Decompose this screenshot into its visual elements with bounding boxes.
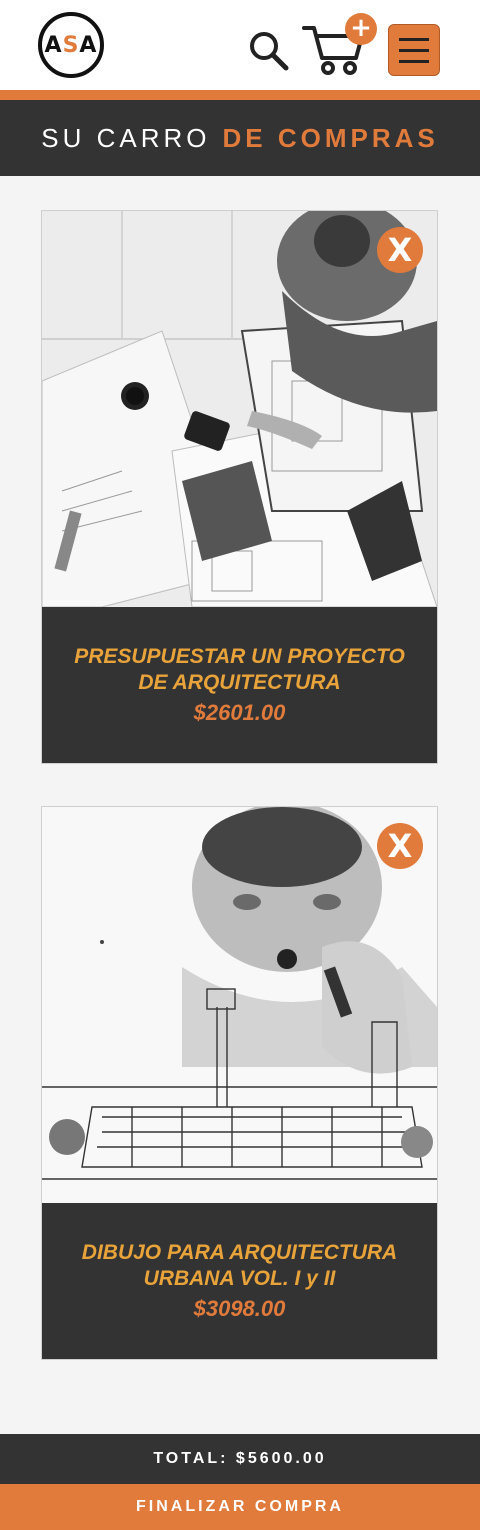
product-price: $2601.00 — [193, 700, 286, 725]
header-divider — [0, 90, 480, 100]
logo-letter: A — [79, 32, 98, 58]
cart-item: X PRESUPUESTAR UN PROYECTO DE ARQUITECTU… — [41, 210, 438, 764]
logo-letter: S — [62, 32, 80, 58]
checkout-button[interactable]: FINALIZAR COMPRA — [0, 1484, 480, 1530]
asa-logo[interactable]: ASA — [38, 12, 104, 78]
page-title: SU CARRO DE COMPRAS — [0, 100, 480, 176]
product-name[interactable]: DIBUJO PARA ARQUITECTURA URBANA VOL. I y… — [60, 1240, 420, 1292]
top-header: ASA + — [0, 0, 480, 90]
remove-item-button[interactable]: X — [377, 227, 423, 273]
cart-item-info: PRESUPUESTAR UN PROYECTO DE ARQUITECTURA… — [42, 607, 437, 763]
product-image: X — [42, 211, 437, 607]
cart-total: TOTAL: $5600.00 — [0, 1434, 480, 1484]
cart-item-info: DIBUJO PARA ARQUITECTURA URBANA VOL. I y… — [42, 1203, 437, 1359]
remove-item-button[interactable]: X — [377, 823, 423, 869]
page-title-part1: SU CARRO — [41, 122, 211, 153]
add-to-cart-badge[interactable]: + — [345, 13, 377, 45]
page-title-part2: DE COMPRAS — [222, 122, 439, 153]
search-icon[interactable] — [246, 28, 290, 72]
product-image: X — [42, 807, 437, 1203]
cart-item: X DIBUJO PARA ARQUITECTURA URBANA VOL. I… — [41, 806, 438, 1360]
hamburger-menu-icon[interactable] — [388, 24, 440, 76]
product-price: $3098.00 — [193, 1296, 286, 1321]
logo-letter: A — [44, 32, 63, 58]
product-name[interactable]: PRESUPUESTAR UN PROYECTO DE ARQUITECTURA — [60, 644, 420, 696]
